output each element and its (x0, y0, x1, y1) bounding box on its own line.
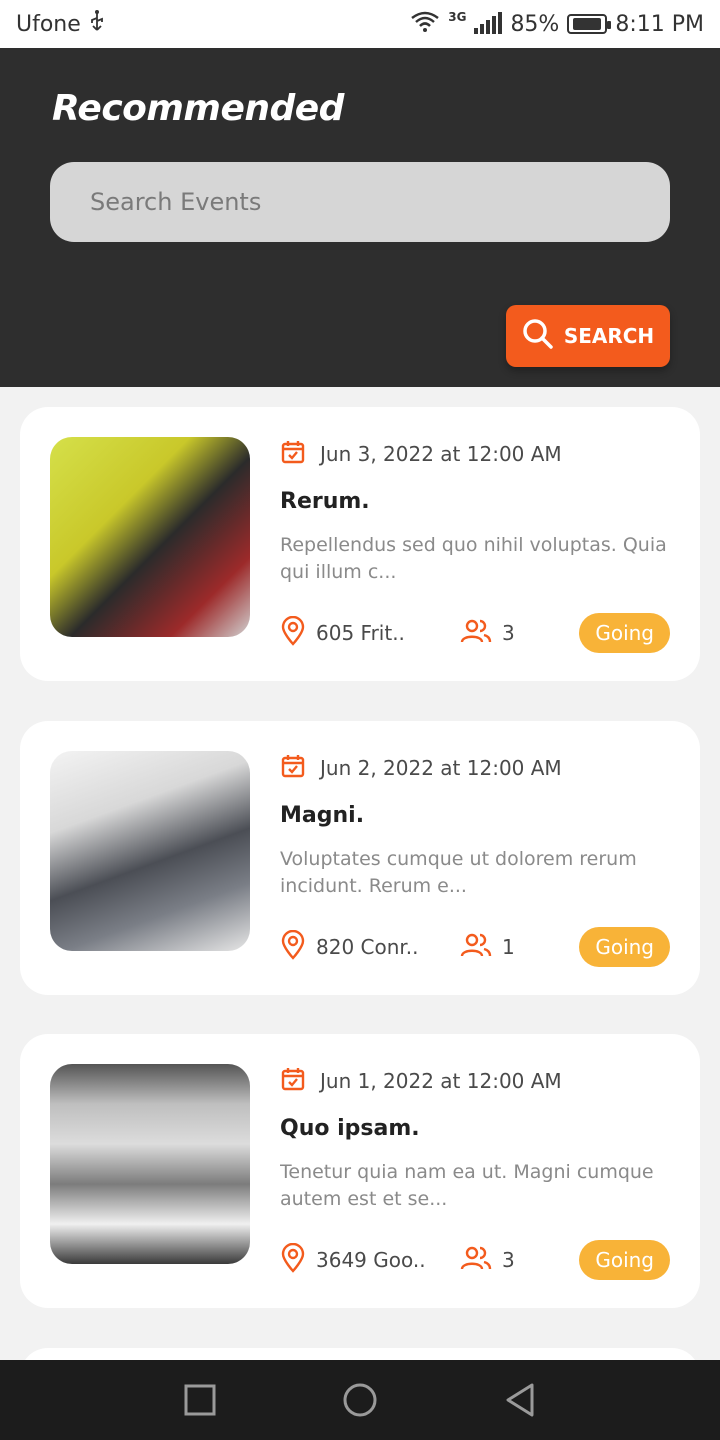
event-date-row: Jun 1, 2022 at 12:00 AM (280, 1064, 670, 1098)
event-description: Repellendus sed quo nihil voluptas. Quia… (280, 534, 667, 583)
event-location: 820 Conr.. (280, 929, 460, 965)
signal-icon (474, 12, 503, 34)
event-title: Magni. (280, 803, 365, 828)
event-description: Voluptates cumque ut dolorem rerum incid… (280, 848, 637, 897)
status-right: 3G 85% 8:11 PM (410, 10, 704, 38)
system-nav-bar (0, 1360, 720, 1440)
carrier-label: Ufone (16, 11, 81, 37)
event-attendee-count: 3 (502, 1248, 515, 1272)
back-triangle-icon (506, 1383, 534, 1417)
users-icon (460, 618, 492, 649)
event-attendee-count: 3 (502, 621, 515, 645)
event-date: Jun 3, 2022 at 12:00 AM (320, 442, 562, 466)
event-date-row: Jun 2, 2022 at 12:00 AM (280, 751, 670, 785)
event-location-label: 820 Conr.. (316, 935, 419, 959)
event-card[interactable]: Jun 1, 2022 at 12:00 AM Quo ipsam. Tenet… (20, 1034, 700, 1308)
status-bar: Ufone 3G 85% 8:11 PM (0, 0, 720, 48)
event-date-row: Jun 3, 2022 at 12:00 AM (280, 437, 670, 471)
circle-icon (343, 1383, 377, 1417)
event-meta: Jun 2, 2022 at 12:00 AM Magni. Voluptate… (280, 751, 670, 967)
event-location-label: 3649 Goo.. (316, 1248, 426, 1272)
usb-icon (89, 10, 105, 38)
users-icon (460, 1245, 492, 1276)
search-button[interactable]: SEARCH (506, 305, 670, 367)
event-image (50, 437, 250, 637)
users-icon (460, 932, 492, 963)
recents-button[interactable] (176, 1376, 224, 1424)
home-button[interactable] (336, 1376, 384, 1424)
event-image (50, 751, 250, 951)
calendar-icon (280, 753, 306, 783)
event-location: 3649 Goo.. (280, 1242, 460, 1278)
location-pin-icon (280, 615, 306, 651)
going-badge[interactable]: Going (579, 1240, 670, 1280)
search-icon (522, 318, 554, 355)
battery-icon (567, 14, 612, 34)
event-footer: 3649 Goo.. 3 Going (280, 1240, 670, 1280)
back-button[interactable] (496, 1376, 544, 1424)
event-title: Quo ipsam. (280, 1116, 420, 1141)
event-meta: Jun 1, 2022 at 12:00 AM Quo ipsam. Tenet… (280, 1064, 670, 1280)
battery-percent: 85% (510, 11, 560, 37)
event-description: Tenetur quia nam ea ut. Magni cumque aut… (280, 1161, 654, 1210)
event-footer: 605 Frit.. 3 Going (280, 613, 670, 653)
event-card[interactable]: Jun 2, 2022 at 12:00 AM Magni. Voluptate… (20, 721, 700, 995)
event-attendees: 3 (460, 1245, 515, 1276)
search-input[interactable] (50, 162, 670, 242)
event-attendee-count: 1 (502, 935, 515, 959)
event-card[interactable]: Jun 3, 2022 at 12:00 AM Rerum. Repellend… (20, 407, 700, 681)
going-badge[interactable]: Going (579, 927, 670, 967)
event-attendees: 3 (460, 618, 515, 649)
event-footer: 820 Conr.. 1 Going (280, 927, 670, 967)
page-title: Recommended (52, 88, 344, 129)
calendar-icon (280, 439, 306, 469)
event-image (50, 1064, 250, 1264)
search-button-label: SEARCH (563, 324, 655, 348)
clock: 8:11 PM (615, 11, 704, 37)
location-pin-icon (280, 929, 306, 965)
event-date: Jun 2, 2022 at 12:00 AM (320, 756, 562, 780)
network-type-label: 3G (448, 10, 467, 24)
going-badge[interactable]: Going (579, 613, 670, 653)
event-location-label: 605 Frit.. (316, 621, 405, 645)
location-pin-icon (280, 1242, 306, 1278)
square-icon (184, 1384, 216, 1416)
event-attendees: 1 (460, 932, 515, 963)
calendar-icon (280, 1066, 306, 1096)
event-title: Rerum. (280, 489, 370, 514)
event-date: Jun 1, 2022 at 12:00 AM (320, 1069, 562, 1093)
event-location: 605 Frit.. (280, 615, 460, 651)
header: Recommended SEARCH (0, 48, 720, 387)
status-left: Ufone (16, 10, 105, 38)
wifi-icon (410, 10, 440, 38)
event-meta: Jun 3, 2022 at 12:00 AM Rerum. Repellend… (280, 437, 670, 653)
